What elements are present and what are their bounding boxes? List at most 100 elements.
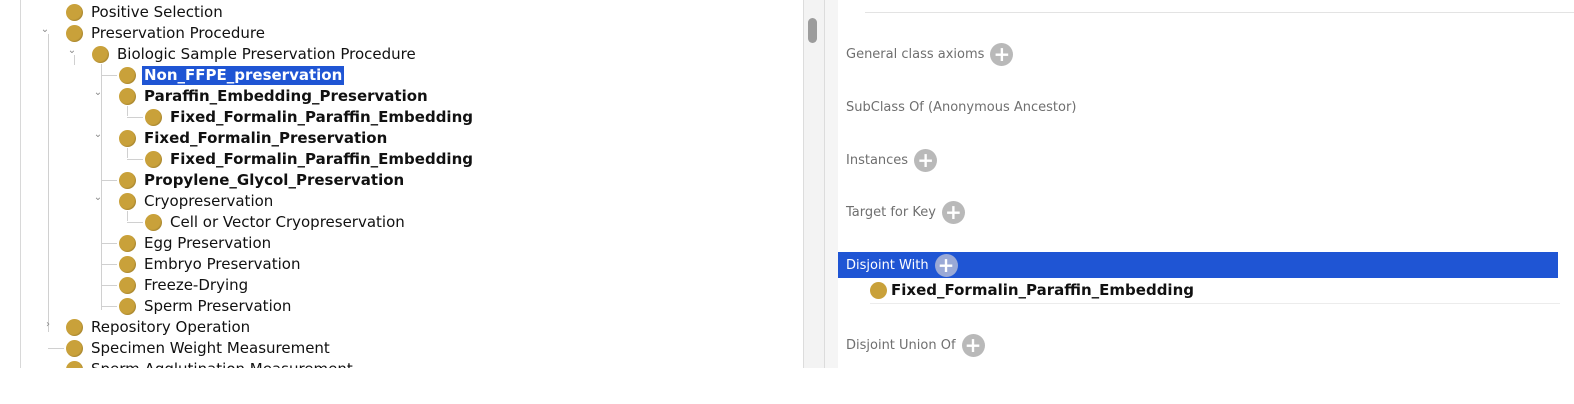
add-disjoint-with-button[interactable]: + <box>934 253 958 277</box>
tree-node-label: Preservation Procedure <box>91 24 265 42</box>
section-general-class-axioms: General class axioms + <box>838 41 1558 67</box>
collapse-toggle-icon[interactable]: › <box>43 320 53 330</box>
scrollbar-thumb[interactable] <box>808 18 817 43</box>
section-disjoint-with[interactable]: Disjoint With + <box>838 252 1558 278</box>
tree-connector <box>101 180 117 181</box>
tree-node-label: Propylene_Glycol_Preservation <box>144 171 405 189</box>
tree-node[interactable]: Fixed_Formalin_Paraffin_Embedding <box>145 107 475 128</box>
class-icon <box>119 193 136 210</box>
tree-node[interactable]: Fixed_Formalin_Preservation <box>119 128 389 149</box>
tree-border <box>20 0 21 368</box>
tree-node-label: Sperm Preservation <box>144 297 292 315</box>
tree-node[interactable]: Repository Operation <box>66 317 252 338</box>
add-instance-button[interactable]: + <box>914 148 938 172</box>
tree-node[interactable]: Specimen Weight Measurement <box>66 338 332 359</box>
class-icon <box>119 130 136 147</box>
class-icon <box>145 109 162 126</box>
section-label: SubClass Of (Anonymous Ancestor) <box>846 99 1077 115</box>
tree-connector <box>127 148 128 158</box>
tree-connector <box>48 348 64 349</box>
add-general-class-axiom-button[interactable]: + <box>990 42 1014 66</box>
panel-divider[interactable] <box>803 0 825 368</box>
tree-connector <box>74 55 75 65</box>
tree-node[interactable]: Cell or Vector Cryopreservation <box>145 212 407 233</box>
tree-node[interactable]: Embryo Preservation <box>119 254 302 275</box>
class-icon <box>119 235 136 252</box>
tree-connector <box>101 264 117 265</box>
class-hierarchy-tree: ⌄ ⌄ ⌄ ⌄ ⌄ › Positive Selection Preservat… <box>0 0 803 368</box>
section-instances: Instances + <box>838 147 1558 173</box>
tree-connector <box>101 64 102 310</box>
tree-node-label: Biologic Sample Preservation Procedure <box>117 45 416 63</box>
tree-node[interactable]: Propylene_Glycol_Preservation <box>119 170 406 191</box>
tree-node-label: Fixed_Formalin_Preservation <box>144 129 388 147</box>
tree-node[interactable]: Egg Preservation <box>119 233 273 254</box>
section-target-for-key: Target for Key + <box>838 199 1558 225</box>
expand-toggle-icon[interactable]: ⌄ <box>40 25 50 35</box>
section-divider <box>865 12 1574 13</box>
section-label: Disjoint With <box>846 257 929 273</box>
expand-toggle-icon[interactable]: ⌄ <box>93 193 103 203</box>
tree-node-label: Specimen Weight Measurement <box>91 339 330 357</box>
class-icon <box>119 67 136 84</box>
add-target-for-key-button[interactable]: + <box>941 200 965 224</box>
expand-toggle-icon[interactable]: ⌄ <box>93 88 103 98</box>
class-icon <box>145 214 162 231</box>
tree-node[interactable]: Positive Selection <box>66 2 225 23</box>
tree-connector <box>101 306 117 307</box>
class-icon <box>119 256 136 273</box>
entry-divider <box>870 303 1560 304</box>
tree-connector <box>101 285 117 286</box>
tree-connector <box>127 106 128 116</box>
disjoint-with-entry-label: Fixed_Formalin_Paraffin_Embedding <box>891 281 1194 299</box>
tree-connector <box>127 159 143 160</box>
section-label: General class axioms <box>846 46 985 62</box>
class-icon <box>119 298 136 315</box>
tree-node[interactable]: Freeze-Drying <box>119 275 250 296</box>
section-disjoint-union-of: Disjoint Union Of + <box>838 332 1558 358</box>
disjoint-with-entry[interactable]: Fixed_Formalin_Paraffin_Embedding <box>870 279 1194 301</box>
section-label: Target for Key <box>846 204 936 220</box>
tree-node-label: Positive Selection <box>91 3 223 21</box>
section-label: Disjoint Union Of <box>846 337 956 353</box>
tree-node-label: Fixed_Formalin_Paraffin_Embedding <box>170 150 473 168</box>
tree-node[interactable]: Preservation Procedure <box>66 23 267 44</box>
tree-connector <box>127 222 143 223</box>
tree-node-label: Paraffin_Embedding_Preservation <box>144 87 428 105</box>
tree-connector <box>101 243 117 244</box>
tree-node[interactable]: Biologic Sample Preservation Procedure <box>92 44 418 65</box>
tree-node[interactable]: Fixed_Formalin_Paraffin_Embedding <box>145 149 475 170</box>
tree-node-label: Sperm Agglutination Measurement <box>89 360 355 368</box>
section-subclass-of-anonymous-ancestor: SubClass Of (Anonymous Ancestor) <box>838 94 1558 120</box>
class-icon <box>119 88 136 105</box>
class-icon <box>66 361 83 368</box>
tree-connector <box>48 34 49 332</box>
class-icon <box>145 151 162 168</box>
tree-node[interactable]: Paraffin_Embedding_Preservation <box>119 86 430 107</box>
tree-node[interactable]: Sperm Agglutination Measurement <box>66 359 355 368</box>
tree-connector <box>101 75 117 76</box>
expand-toggle-icon[interactable]: ⌄ <box>67 46 77 56</box>
tree-node-label: Fixed_Formalin_Paraffin_Embedding <box>170 108 473 126</box>
class-icon <box>92 46 109 63</box>
tree-connector <box>127 211 128 221</box>
class-description-panel: General class axioms + SubClass Of (Anon… <box>838 0 1574 368</box>
panel-gutter <box>825 0 838 368</box>
tree-node-label: Cryopreservation <box>144 192 274 210</box>
tree-node-label: Cell or Vector Cryopreservation <box>170 213 405 231</box>
tree-node-label: Non_FFPE_preservation <box>142 66 345 85</box>
section-label: Instances <box>846 152 909 168</box>
class-icon <box>119 277 136 294</box>
class-icon <box>66 4 83 21</box>
tree-node-label: Freeze-Drying <box>144 276 249 294</box>
tree-node-label: Egg Preservation <box>144 234 272 252</box>
class-icon <box>66 340 83 357</box>
tree-node-selected[interactable]: Non_FFPE_preservation <box>119 65 345 86</box>
add-disjoint-union-of-button[interactable]: + <box>961 333 985 357</box>
class-icon <box>119 172 136 189</box>
class-icon <box>66 25 83 42</box>
tree-node[interactable]: Sperm Preservation <box>119 296 293 317</box>
class-icon <box>66 319 83 336</box>
tree-node[interactable]: Cryopreservation <box>119 191 275 212</box>
expand-toggle-icon[interactable]: ⌄ <box>93 130 103 140</box>
